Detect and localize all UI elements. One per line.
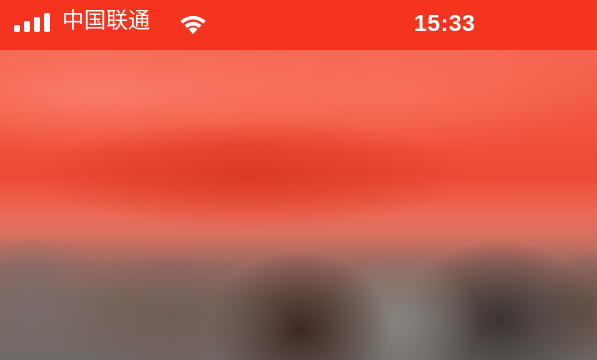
status-bar: 中国联通 15:33 (0, 0, 597, 50)
phone-screen: 中国联通 15:33 (0, 0, 597, 360)
status-time: 15:33 (414, 10, 476, 36)
cellular-signal-icon (14, 12, 52, 32)
blurred-content-area (0, 240, 597, 360)
carrier-name: 中国联通 (62, 9, 151, 34)
wifi-icon (180, 15, 206, 34)
